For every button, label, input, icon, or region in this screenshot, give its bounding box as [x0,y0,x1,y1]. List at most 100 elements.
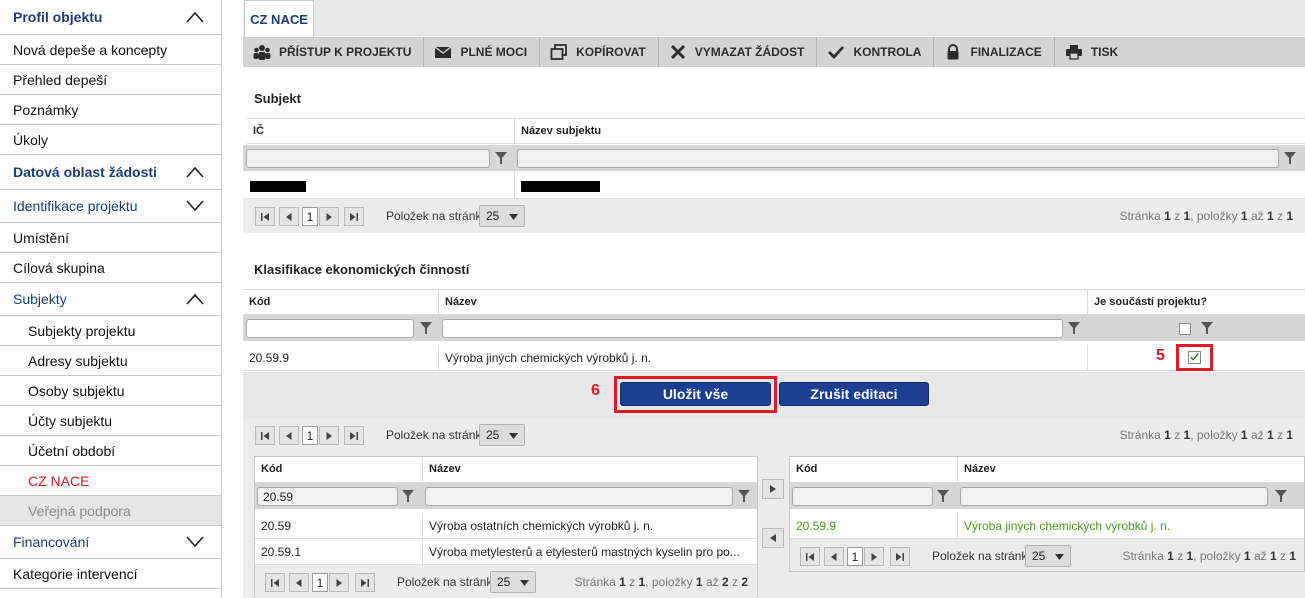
filter-kod-input[interactable] [246,319,414,338]
chevron-down-icon[interactable] [182,532,208,552]
sidebar-item-ucty-subjektu[interactable]: Účty subjektu [0,406,221,436]
sidebar-item-adresy-subjektu[interactable]: Adresy subjektu [0,346,221,376]
column-header-ic[interactable]: IČ [247,119,515,143]
column-header-kod[interactable]: Kód [255,457,423,481]
copy-button[interactable]: KOPÍROVAT [540,37,659,67]
move-right-button[interactable] [762,479,784,499]
sidebar-item-cilova-skupina[interactable]: Cílová skupina [0,253,221,283]
next-page-button[interactable] [319,207,339,226]
per-page-select[interactable]: 25 [490,571,536,593]
page-number[interactable]: 1 [847,547,863,566]
move-left-button[interactable] [762,528,784,548]
column-header-nazev[interactable]: Název [958,457,1304,481]
sidebar-item-subjekty[interactable]: Subjekty [0,283,221,316]
first-page-button[interactable] [255,426,275,445]
column-header-kod[interactable]: Kód [243,290,439,314]
chevron-up-icon[interactable] [182,162,208,182]
page-number[interactable]: 1 [302,207,318,226]
column-header-nazev[interactable]: Název [439,290,1088,314]
filter-nazev-subjektu-input[interactable] [517,149,1279,168]
power-of-attorney-label: PLNÉ MOCI [460,45,528,59]
table-row[interactable]: 20.59.1 Výroba metylesterů a etylesterů … [255,539,757,565]
column-header-nazev[interactable]: Název [423,457,757,481]
per-page-select[interactable]: 25 [1025,545,1071,567]
column-header-je-soucasti[interactable]: Je součástí projektu? [1088,290,1305,314]
prev-page-button[interactable] [279,426,299,445]
table-row[interactable]: 20.59.9 Výroba jiných chemických výrobků… [243,345,1305,371]
sidebar-item-subjekty-projektu[interactable]: Subjekty projektu [0,316,221,346]
sidebar-item-profil-objektu[interactable]: Profil objektu [0,0,221,35]
table-row[interactable] [243,171,1305,199]
finalize-button[interactable]: FINALIZACE [934,37,1055,67]
access-project-button[interactable]: PŘÍSTUP K PROJEKTU [243,37,425,67]
filter-icon[interactable] [1067,321,1081,335]
last-page-button[interactable] [355,573,375,592]
filter-icon[interactable] [419,321,433,335]
tab-bar: CZ NACE [243,0,1305,37]
selected-nace-table: Kód Název 20.59.9 Výroba jiných chemický… [789,456,1305,572]
per-page-select[interactable]: 25 [479,424,525,446]
first-page-button[interactable] [800,547,820,566]
first-page-button[interactable] [265,573,285,592]
print-label: TISK [1090,45,1119,59]
tab-cz-nace[interactable]: CZ NACE [244,0,314,37]
next-page-icon [326,212,332,221]
first-page-icon [806,552,814,561]
filter-icon[interactable] [1200,321,1214,335]
sidebar-item-umisteni[interactable]: Umístění [0,223,221,253]
filter-icon[interactable] [1283,151,1297,165]
column-header-kod[interactable]: Kód [790,457,958,481]
sidebar-item-kategorie-intervenci[interactable]: Kategorie intervencí [0,559,221,589]
last-page-button[interactable] [344,207,364,226]
sidebar-item-poznamky[interactable]: Poznámky [0,95,221,125]
save-all-button[interactable]: Uložit vše [620,382,771,406]
per-page-select[interactable]: 25 [479,205,525,227]
sidebar-item-osoby-subjektu[interactable]: Osoby subjektu [0,376,221,406]
chevron-down-icon[interactable] [182,196,208,216]
prev-page-button[interactable] [289,573,309,592]
sidebar-item-ucetni-obdobi[interactable]: Účetní období [0,436,221,466]
filter-ic-input[interactable] [246,149,490,168]
chevron-up-icon[interactable] [182,289,208,309]
sidebar-item-nova-depese[interactable]: Nová depeše a koncepty [0,35,221,65]
filter-nazev-input[interactable] [425,487,733,506]
first-page-button[interactable] [255,207,275,226]
delete-request-button[interactable]: VYMAZAT ŽÁDOST [659,37,818,67]
table-row[interactable]: 20.59 Výroba ostatních chemických výrobk… [255,513,757,539]
column-header-nazev-subjektu[interactable]: Název subjektu [515,119,1305,143]
filter-nazev-input[interactable] [960,487,1268,506]
cancel-edit-button[interactable]: Zrušit editaci [779,382,929,406]
filter-checkbox[interactable] [1179,323,1191,335]
next-page-button[interactable] [864,547,884,566]
sidebar-item-financovani[interactable]: Financování [0,526,221,559]
filter-nazev-input[interactable] [442,319,1063,338]
part-of-project-checkbox[interactable] [1188,351,1201,364]
power-of-attorney-button[interactable]: PLNÉ MOCI [424,37,541,67]
page-number[interactable]: 1 [312,573,328,592]
prev-page-button[interactable] [279,207,299,226]
filter-icon[interactable] [1274,489,1288,503]
prev-page-button[interactable] [824,547,844,566]
filter-kod-input[interactable]: 20.59 [257,487,398,506]
next-page-button[interactable] [329,573,349,592]
sidebar-item-prehled-depesi[interactable]: Přehled depeší [0,65,221,95]
filter-icon[interactable] [936,489,950,503]
last-page-button[interactable] [890,547,910,566]
last-page-icon [350,431,358,440]
filter-kod-input[interactable] [792,487,933,506]
sidebar-item-identifikace-projektu[interactable]: Identifikace projektu [0,190,221,223]
check-button[interactable]: KONTROLA [817,37,935,67]
next-page-button[interactable] [319,426,339,445]
filter-icon[interactable] [737,489,751,503]
chevron-up-icon[interactable] [182,7,208,27]
page-number[interactable]: 1 [302,426,318,445]
print-button[interactable]: TISK [1055,37,1130,67]
filter-icon[interactable] [401,489,415,503]
sidebar-item-cz-nace[interactable]: CZ NACE [0,466,221,496]
page-info: Stránka 1 z 1, položky 1 až 2 z 2 [574,575,748,589]
table-row[interactable]: 20.59.9 Výroba jiných chemických výrobků… [790,513,1304,539]
sidebar-item-ukoly[interactable]: Úkoly [0,125,221,155]
last-page-button[interactable] [344,426,364,445]
sidebar-item-datova-oblast[interactable]: Datová oblast žádosti [0,155,221,190]
filter-icon[interactable] [494,151,508,165]
